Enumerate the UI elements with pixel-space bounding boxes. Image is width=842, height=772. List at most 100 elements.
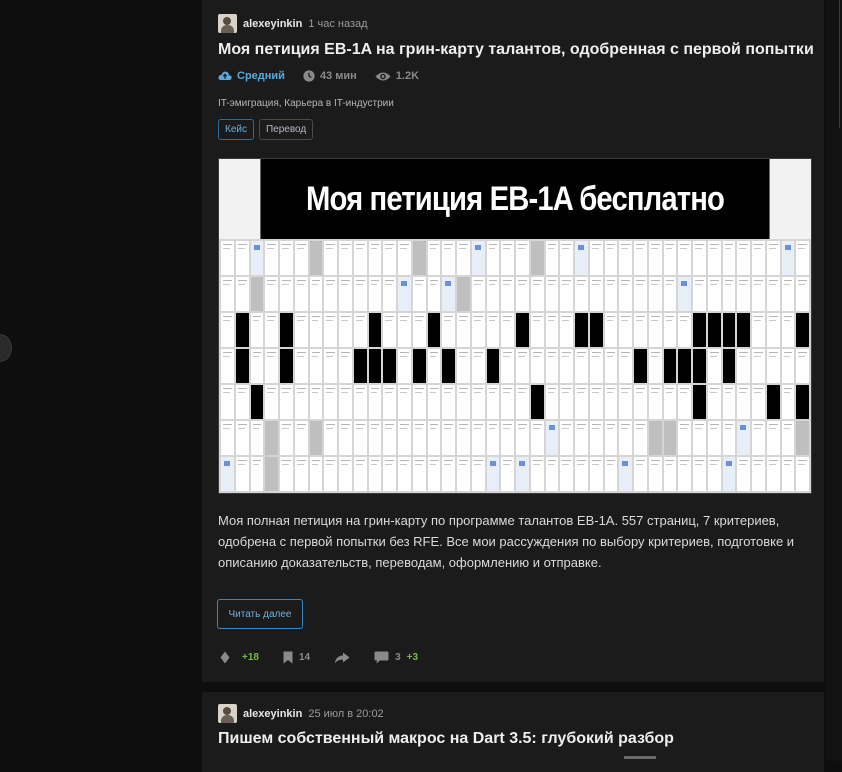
page-thumbnail bbox=[486, 421, 500, 455]
page-thumbnail bbox=[737, 349, 750, 383]
page-thumbnail bbox=[339, 349, 352, 383]
page-thumbnail bbox=[383, 277, 396, 311]
page-thumbnail bbox=[766, 277, 780, 311]
page-thumbnail bbox=[663, 241, 677, 275]
page-thumbnail bbox=[412, 349, 426, 383]
page-thumbnail bbox=[457, 457, 470, 491]
page-thumbnail bbox=[766, 349, 780, 383]
page-thumbnail bbox=[353, 277, 367, 311]
author-avatar[interactable] bbox=[218, 704, 237, 723]
page-thumbnail bbox=[648, 421, 662, 455]
author-avatar[interactable] bbox=[218, 14, 237, 33]
share-button[interactable] bbox=[334, 652, 350, 664]
article-card: alexeyinkin 1 час назад Моя петиция EB-1… bbox=[202, 0, 824, 682]
page-thumbnail bbox=[265, 349, 278, 383]
page-thumbnail bbox=[678, 457, 691, 491]
article-excerpt: Моя полная петиция на грин-карту по прог… bbox=[218, 513, 795, 570]
page-thumbnail bbox=[398, 241, 411, 275]
article-title[interactable]: Моя петиция EB-1A на грин-карту талантов… bbox=[218, 41, 814, 59]
post-meta: alexeyinkin 25 июл в 20:02 bbox=[218, 704, 384, 723]
petition-pages-mosaic bbox=[219, 239, 811, 493]
vote-control[interactable]: +18 bbox=[220, 651, 259, 664]
page-thumbnail bbox=[589, 241, 603, 275]
hubs-list[interactable]: IT-эмиграция, Карьера в IT-индустрии bbox=[218, 98, 394, 109]
page-thumbnail bbox=[589, 277, 603, 311]
page-thumbnail bbox=[516, 313, 529, 347]
comments-control[interactable]: 3 +3 bbox=[374, 651, 418, 664]
votes-value: +18 bbox=[242, 652, 259, 663]
page-thumbnail bbox=[235, 385, 249, 419]
page-thumbnail bbox=[707, 241, 721, 275]
page-thumbnail bbox=[766, 421, 780, 455]
page-thumbnail bbox=[722, 385, 736, 419]
page-thumbnail bbox=[589, 313, 603, 347]
page-thumbnail bbox=[634, 313, 647, 347]
page-thumbnail bbox=[648, 241, 662, 275]
read-more-button[interactable]: Читать далее bbox=[217, 599, 303, 629]
page-thumbnail bbox=[781, 457, 795, 491]
page-thumbnail bbox=[693, 349, 706, 383]
page-thumbnail bbox=[221, 241, 234, 275]
page-thumbnail bbox=[427, 277, 441, 311]
page-thumbnail bbox=[501, 457, 514, 491]
label-case[interactable]: Кейс bbox=[218, 119, 254, 140]
cover-image[interactable]: Моя петиция EB-1A бесплатно bbox=[218, 158, 812, 494]
page-thumbnail bbox=[250, 349, 264, 383]
bookmark-control[interactable]: 14 bbox=[283, 651, 310, 664]
page-thumbnail bbox=[221, 277, 234, 311]
page-thumbnail bbox=[545, 313, 559, 347]
page-thumbnail bbox=[589, 421, 603, 455]
page-thumbnail bbox=[752, 457, 765, 491]
page-thumbnail bbox=[486, 457, 500, 491]
page-thumbnail bbox=[796, 349, 809, 383]
article-actions: +18 14 3 +3 bbox=[220, 651, 442, 664]
page-thumbnail bbox=[501, 241, 514, 275]
page-thumbnail bbox=[235, 421, 249, 455]
page-thumbnail bbox=[280, 313, 293, 347]
page-thumbnail bbox=[471, 241, 485, 275]
page-thumbnail bbox=[516, 385, 529, 419]
scrollbar-thumb[interactable] bbox=[839, 0, 840, 128]
page-thumbnail bbox=[457, 421, 470, 455]
page-thumbnail bbox=[619, 385, 632, 419]
right-scroll-strip[interactable] bbox=[826, 0, 842, 761]
page-thumbnail bbox=[250, 385, 264, 419]
page-thumbnail bbox=[221, 421, 234, 455]
page-thumbnail bbox=[486, 385, 500, 419]
page-thumbnail bbox=[412, 421, 426, 455]
page-thumbnail bbox=[353, 313, 367, 347]
page-thumbnail bbox=[530, 241, 544, 275]
page-thumbnail bbox=[324, 241, 337, 275]
page-thumbnail bbox=[280, 385, 293, 419]
page-thumbnail bbox=[309, 421, 323, 455]
page-thumbnail bbox=[309, 457, 323, 491]
horizontal-scrollbar-thumb[interactable] bbox=[624, 756, 656, 759]
page-thumbnail bbox=[516, 457, 529, 491]
label-translation[interactable]: Перевод bbox=[258, 119, 314, 140]
page-thumbnail bbox=[560, 421, 573, 455]
page-thumbnail bbox=[221, 313, 234, 347]
post-time: 25 июл в 20:02 bbox=[308, 707, 384, 720]
page-thumbnail bbox=[796, 277, 809, 311]
page-thumbnail bbox=[398, 313, 411, 347]
page-thumbnail bbox=[353, 349, 367, 383]
page-thumbnail bbox=[383, 385, 396, 419]
author-name[interactable]: alexeyinkin bbox=[243, 18, 302, 30]
author-name[interactable]: alexeyinkin bbox=[243, 708, 302, 720]
page-thumbnail bbox=[324, 349, 337, 383]
article-stats: Средний 43 мин 1.2K bbox=[218, 70, 437, 82]
page-thumbnail bbox=[545, 385, 559, 419]
page-thumbnail bbox=[339, 313, 352, 347]
page-thumbnail bbox=[457, 385, 470, 419]
page-thumbnail bbox=[796, 421, 809, 455]
page-thumbnail bbox=[707, 277, 721, 311]
page-thumbnail bbox=[368, 241, 382, 275]
left-gutter bbox=[0, 0, 202, 761]
page-thumbnail bbox=[663, 457, 677, 491]
page-thumbnail bbox=[752, 277, 765, 311]
page-thumbnail bbox=[471, 457, 485, 491]
page-thumbnail bbox=[265, 421, 278, 455]
article-title[interactable]: Пишем собственный макрос на Dart 3.5: гл… bbox=[218, 730, 674, 748]
page-thumbnail bbox=[634, 457, 647, 491]
page-thumbnail bbox=[324, 385, 337, 419]
